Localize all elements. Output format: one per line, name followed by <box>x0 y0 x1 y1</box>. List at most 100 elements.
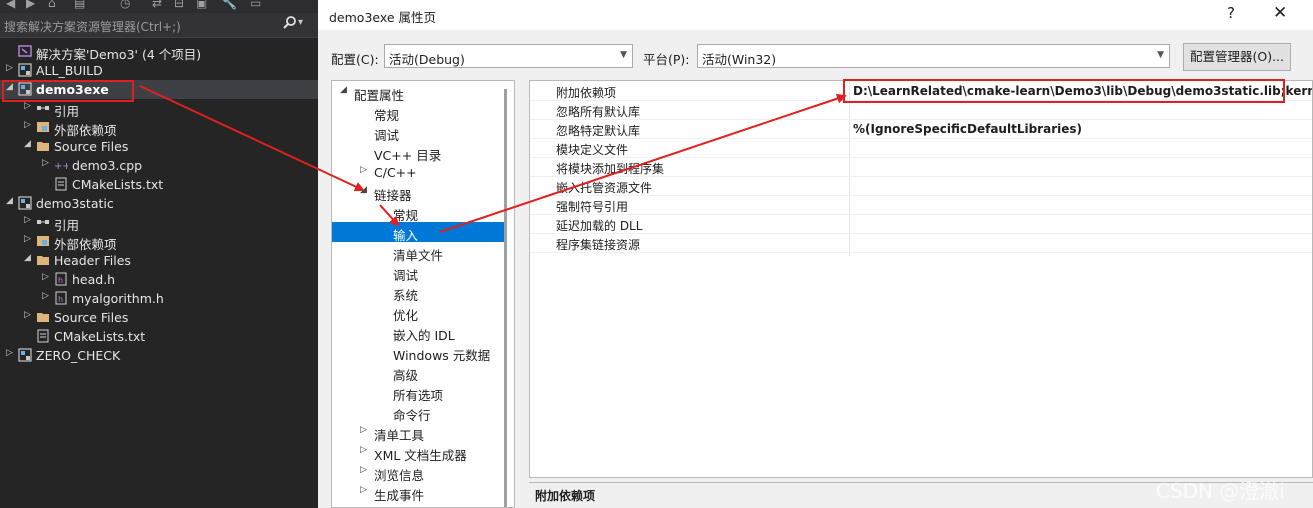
property-row[interactable]: 忽略特定默认库 %(IgnoreSpecificDefaultLibraries) <box>530 120 1312 139</box>
nav-item[interactable]: VC++ 目录 <box>332 142 504 163</box>
nav-item[interactable]: 高级 <box>332 362 504 383</box>
expand-arrow-icon[interactable]: ▷ <box>24 120 34 130</box>
preview-icon[interactable]: ▭ <box>250 0 261 10</box>
expand-arrow-icon[interactable]: ▷ <box>24 310 34 320</box>
solution-tree-item[interactable]: CMakeLists.txt <box>0 175 318 194</box>
expand-arrow-icon[interactable]: ▷ <box>360 445 367 455</box>
dialog-title: demo3exe 属性页 <box>329 10 437 25</box>
chevron-down-icon: ▼ <box>1157 50 1164 60</box>
solution-tree-item[interactable]: ▷ 引用 <box>0 213 318 233</box>
home-icon[interactable]: ⌂ <box>48 0 56 10</box>
nav-item[interactable]: 所有选项 <box>332 382 504 403</box>
solution-tree-item-label: ALL_BUILD <box>36 63 103 78</box>
nav-item[interactable]: 常规 <box>332 102 504 123</box>
nav-item[interactable]: ▷ C/C++ <box>332 162 504 182</box>
solution-tree-item[interactable]: ◢ Source Files <box>0 137 318 156</box>
solution-icon <box>18 44 32 58</box>
platform-select[interactable]: 活动(Win32) ▼ <box>697 44 1170 68</box>
property-row[interactable]: 程序集链接资源 <box>530 234 1312 253</box>
configuration-select[interactable]: 活动(Debug) ▼ <box>384 44 633 68</box>
property-row[interactable]: 模块定义文件 <box>530 139 1312 158</box>
close-button[interactable]: ✕ <box>1273 3 1287 23</box>
forward-icon[interactable]: ▶ <box>26 0 35 10</box>
solution-tree-item[interactable]: ▷ Source Files <box>0 308 318 327</box>
nav-item[interactable]: 常规 <box>332 202 504 223</box>
collapse-all-icon[interactable]: ⊟ <box>174 0 184 10</box>
solution-tree-item-label: demo3.cpp <box>72 158 143 173</box>
property-value[interactable]: %(IgnoreSpecificDefaultLibraries) <box>853 122 1082 136</box>
solution-tree-item[interactable]: ▷ ALL_BUILD <box>0 61 318 80</box>
expand-arrow-icon[interactable]: ▷ <box>6 348 16 358</box>
nav-item-label: C/C++ <box>374 165 417 180</box>
nav-item[interactable]: 清单文件 <box>332 242 504 263</box>
collapse-arrow-icon[interactable]: ◢ <box>340 85 347 95</box>
nav-item[interactable]: ◢ 链接器 <box>332 182 504 203</box>
solution-tree-item[interactable]: ▷ 外部依赖项 <box>0 232 318 252</box>
nav-item[interactable]: Windows 元数据 <box>332 342 504 363</box>
solution-tree-item[interactable]: ◢ Header Files <box>0 251 318 270</box>
search-options-chevron-icon[interactable]: ▾ <box>298 17 303 28</box>
nav-item[interactable]: ◢ 配置属性 <box>332 82 504 103</box>
search-icon[interactable] <box>282 15 298 31</box>
property-name: 强制符号引用 <box>556 200 629 214</box>
property-row[interactable]: 延迟加载的 DLL <box>530 215 1312 234</box>
expand-arrow-icon[interactable]: ▷ <box>24 234 34 244</box>
solution-tree-item-label: CMakeLists.txt <box>72 177 164 192</box>
property-row[interactable]: 强制符号引用 <box>530 196 1312 215</box>
solution-tree-item[interactable]: ◢ demo3static <box>0 194 318 213</box>
solution-tree-item[interactable]: CMakeLists.txt <box>0 327 318 346</box>
nav-item[interactable]: 命令行 <box>332 402 504 423</box>
nav-item[interactable]: 优化 <box>332 302 504 323</box>
collapse-arrow-icon[interactable]: ◢ <box>360 185 367 195</box>
property-grid: 附加依赖项 D:\LearnRelated\cmake-learn\Demo3\l… <box>529 80 1313 478</box>
nav-item[interactable]: 调试 <box>332 262 504 283</box>
property-row[interactable]: 嵌入托管资源文件 <box>530 177 1312 196</box>
property-name: 延迟加载的 DLL <box>556 219 643 233</box>
nav-item[interactable]: ▷ 生成事件 <box>332 482 504 503</box>
solution-tree-item[interactable]: ▷ h myalgorithm.h <box>0 289 318 308</box>
scrollbar[interactable] <box>504 89 507 507</box>
expand-arrow-icon[interactable]: ▷ <box>42 272 52 282</box>
solution-tree-item[interactable]: ▷ h head.h <box>0 270 318 289</box>
collapse-arrow-icon[interactable]: ◢ <box>24 253 34 263</box>
configuration-manager-button[interactable]: 配置管理器(O)... <box>1183 43 1291 71</box>
expand-arrow-icon[interactable]: ▷ <box>360 465 367 475</box>
expand-arrow-icon[interactable]: ▷ <box>360 165 367 175</box>
property-category-tree: ◢ 配置属性 常规 调试 VC++ 目录 ▷ C/C++ ◢ 链接器 常规 输入 清单文件 调试 系统 优化… <box>331 80 515 508</box>
solution-tree-item[interactable]: ▷ ZERO_CHECK <box>0 346 318 365</box>
sync-icon[interactable]: ⇄ <box>152 0 162 10</box>
nav-item[interactable]: ▷ 清单工具 <box>332 422 504 443</box>
expand-arrow-icon[interactable]: ▷ <box>42 158 52 168</box>
solution-tree-item[interactable]: ▷ ++ demo3.cpp <box>0 156 318 175</box>
history-icon[interactable]: ◷ <box>120 0 130 10</box>
help-button[interactable]: ? <box>1227 4 1235 22</box>
nav-item[interactable]: 输入 <box>332 222 504 243</box>
show-all-files-icon[interactable]: ▣ <box>196 0 207 10</box>
property-row[interactable]: 将模块添加到程序集 <box>530 158 1312 177</box>
solution-tree-item[interactable]: ▷ 外部依赖项 <box>0 118 318 138</box>
nav-item[interactable]: 系统 <box>332 282 504 303</box>
expand-arrow-icon[interactable]: ▷ <box>24 101 34 111</box>
expand-arrow-icon[interactable]: ▷ <box>6 63 16 73</box>
expand-arrow-icon[interactable]: ▷ <box>360 485 367 495</box>
property-row[interactable]: 忽略所有默认库 <box>530 101 1312 120</box>
solution-explorer-search[interactable]: 搜索解决方案资源管理器(Ctrl+;) ▾ <box>0 13 318 38</box>
properties-icon[interactable]: 🔧 <box>222 0 237 10</box>
switch-views-icon[interactable]: ▤ <box>74 0 85 10</box>
collapse-arrow-icon[interactable]: ◢ <box>24 139 34 149</box>
solution-tree-item[interactable]: 解决方案'Demo3' (4 个项目) <box>0 42 318 62</box>
expand-arrow-icon[interactable]: ▷ <box>42 291 52 301</box>
project-icon <box>18 348 32 362</box>
expand-arrow-icon[interactable]: ▷ <box>24 215 34 225</box>
nav-item[interactable]: ▷ XML 文档生成器 <box>332 442 504 463</box>
annotation-box-dependencies <box>843 79 1285 103</box>
property-name: 模块定义文件 <box>556 143 629 157</box>
back-icon[interactable]: ◀ <box>6 0 15 10</box>
expand-arrow-icon[interactable]: ▷ <box>360 425 367 435</box>
watermark: CSDN @澄澈i <box>1156 479 1285 503</box>
nav-item[interactable]: 嵌入的 IDL <box>332 322 504 343</box>
collapse-arrow-icon[interactable]: ◢ <box>6 196 16 206</box>
nav-item-label: 生成事件 <box>374 488 425 503</box>
nav-item[interactable]: 调试 <box>332 122 504 143</box>
nav-item[interactable]: ▷ 浏览信息 <box>332 462 504 483</box>
